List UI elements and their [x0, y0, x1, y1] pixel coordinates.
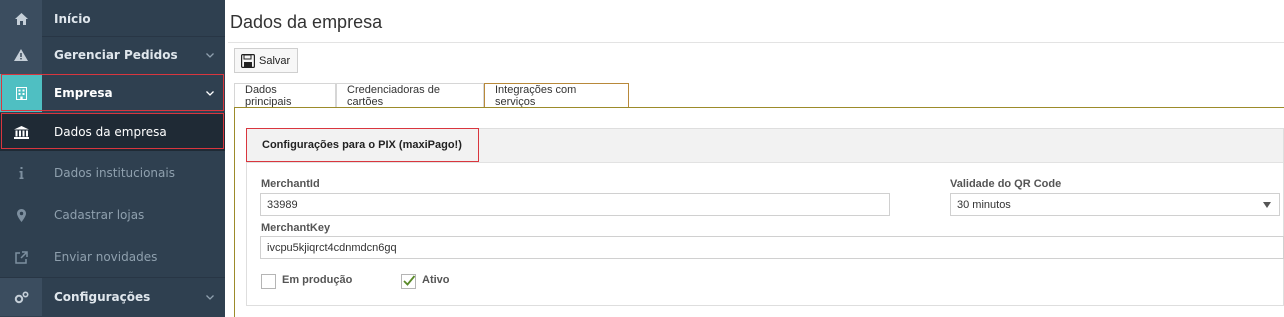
external-link-icon	[0, 238, 42, 276]
sidebar-item-label: Empresa	[54, 86, 113, 100]
chevron-down-icon	[195, 294, 225, 300]
page-title: Dados da empresa	[230, 12, 383, 32]
qr-validity-select[interactable]: 30 minutos	[950, 193, 1280, 216]
cogs-icon	[0, 278, 42, 316]
tab-label: Dados principais	[245, 84, 292, 108]
header-divider	[228, 42, 1284, 43]
sidebar-item-label: Configurações	[54, 290, 151, 304]
sidebar-item-cadastrar-lojas[interactable]: Cadastrar lojas	[0, 196, 225, 234]
chevron-down-icon	[195, 52, 225, 58]
section-header: Configurações para o PIX (maxiPago!)	[247, 129, 1283, 163]
tab-integracoes-com-servicos[interactable]: Integrações com serviços	[484, 83, 629, 108]
sidebar-item-gerenciar-pedidos[interactable]: Gerenciar Pedidos	[0, 36, 225, 74]
merchant-key-field[interactable]: ivcpu5kjiqrct4cdnmdcn6gq	[260, 236, 1284, 259]
tab-credenciadoras-de-cartoes[interactable]: Credenciadoras de cartões	[336, 83, 484, 108]
warning-icon	[0, 36, 42, 74]
section-title: Configurações para o PIX (maxiPago!)	[262, 139, 462, 151]
building-icon	[0, 74, 42, 112]
active-checkbox[interactable]	[401, 274, 416, 289]
production-checkbox[interactable]	[261, 274, 276, 289]
sidebar-item-enviar-novidades[interactable]: Enviar novidades	[0, 238, 225, 276]
merchant-id-value: 33989	[267, 198, 298, 211]
active-label: Ativo	[422, 274, 450, 286]
tab-dados-principais[interactable]: Dados principais	[234, 83, 336, 108]
sidebar-item-empresa[interactable]: Empresa	[0, 74, 225, 112]
tab-label: Integrações com serviços	[495, 84, 577, 108]
sidebar-item-label: Dados da empresa	[54, 125, 167, 139]
sidebar-item-inicio[interactable]: Início	[0, 0, 225, 38]
map-marker-icon	[0, 196, 42, 234]
save-button[interactable]: Salvar	[234, 48, 298, 73]
production-label: Em produção	[282, 274, 353, 286]
info-icon	[0, 154, 42, 192]
sidebar-item-configuracoes[interactable]: Configurações	[0, 278, 225, 316]
sidebar-item-dados-da-empresa[interactable]: Dados da empresa	[0, 113, 225, 151]
floppy-disk-icon	[241, 53, 255, 68]
sidebar-item-label: Gerenciar Pedidos	[54, 48, 178, 62]
qr-validity-label: Validade do QR Code	[950, 178, 1062, 190]
sidebar-item-label: Enviar novidades	[54, 250, 158, 264]
bank-icon	[0, 113, 42, 151]
merchant-key-value: ivcpu5kjiqrct4cdnmdcn6gq	[267, 241, 397, 254]
caret-down-icon	[1263, 202, 1271, 208]
chevron-down-icon	[195, 90, 225, 96]
sidebar-item-dados-institucionais[interactable]: Dados institucionais	[0, 154, 225, 192]
merchant-key-label: MerchantKey	[261, 222, 331, 234]
sidebar: Início Gerenciar Pedidos Empresa Dados d…	[0, 0, 225, 317]
home-icon	[0, 0, 42, 38]
sidebar-item-label: Início	[54, 12, 91, 26]
checkmark-icon	[403, 275, 416, 286]
sidebar-item-label: Dados institucionais	[54, 166, 175, 180]
merchant-id-field[interactable]: 33989	[260, 193, 890, 216]
merchant-id-label: MerchantId	[261, 178, 320, 190]
tab-label: Credenciadoras de cartões	[347, 84, 440, 108]
save-button-label: Salvar	[259, 54, 291, 67]
sidebar-item-label: Cadastrar lojas	[54, 208, 145, 222]
qr-validity-value: 30 minutos	[957, 198, 1011, 211]
